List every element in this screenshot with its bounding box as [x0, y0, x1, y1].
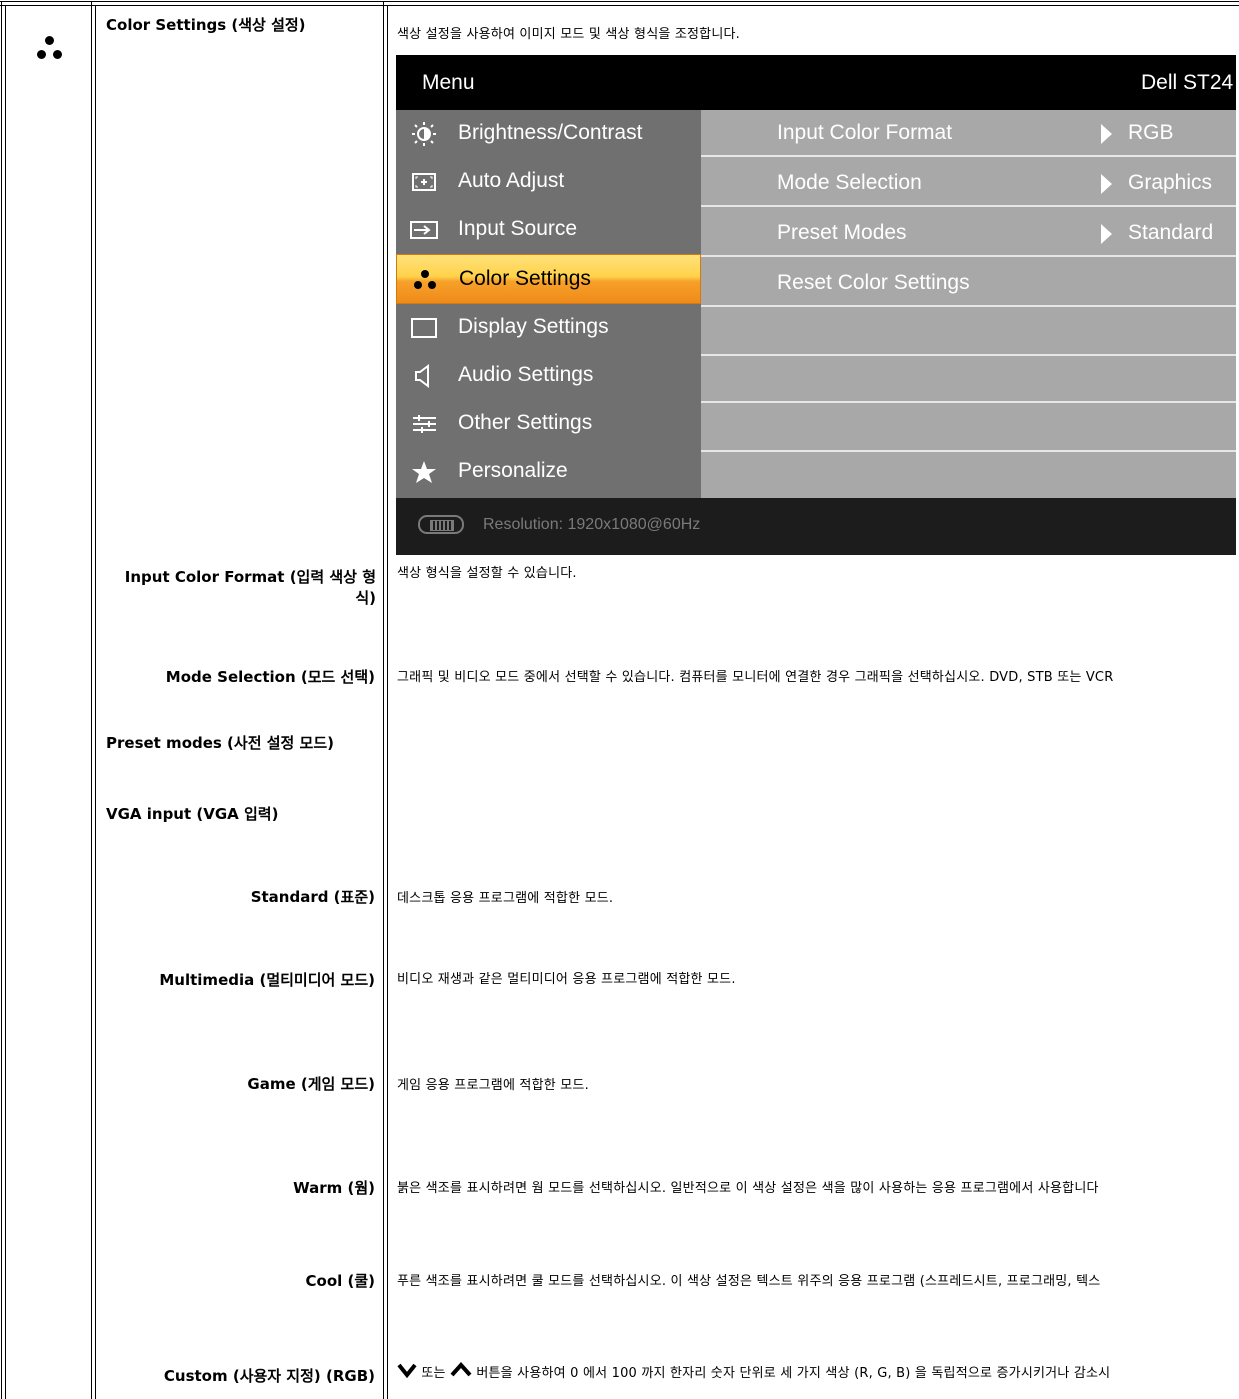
table-border-left [1, 1, 2, 1399]
custom-desc-text: 버튼을 사용하여 0 에서 100 까지 한자리 숫자 단위로 세 가지 색상 … [476, 1366, 1111, 1381]
sliders-icon [413, 415, 436, 433]
label-cool: Cool (쿨) [305, 1272, 376, 1290]
star-icon [412, 461, 436, 483]
osd-resolution: Resolution: 1920x1080@60Hz [483, 516, 701, 533]
osd-submenu: Input Color Format RGB Mode Selection Gr… [701, 110, 1236, 498]
osd-item-display-settings: Display Settings [396, 304, 701, 352]
auto-adjust-icon [412, 173, 436, 191]
column-divider-2-inner [387, 5, 388, 1399]
speaker-icon [415, 364, 429, 388]
osd-row-empty [701, 405, 1236, 452]
osd-row-value: RGB [1128, 121, 1174, 144]
chevron-down-icon [397, 1363, 417, 1379]
label-game: Game (게임 모드) [247, 1075, 375, 1093]
osd-row-key: Preset Modes [777, 221, 907, 244]
osd-row-key: Input Color Format [777, 121, 953, 144]
osd-row-empty [701, 309, 1236, 356]
arrow-right-icon [1101, 224, 1112, 244]
label-line-1: Input Color Format (입력 색상 형 [124, 568, 376, 586]
label-multimedia: Multimedia (멀티미디어 모드) [159, 971, 375, 989]
desc-cool: 푸른 색조를 표시하려면 쿨 모드를 선택하십시오. 이 색상 설정은 텍스트 … [397, 1274, 1101, 1289]
osd-model-name: Dell ST24 [1141, 71, 1234, 94]
input-source-icon [410, 221, 438, 239]
column-divider-1-inner [95, 5, 96, 1399]
column-divider-1 [91, 1, 92, 1399]
osd-item-label: Personalize [458, 459, 568, 482]
color-settings-icon [36, 36, 66, 64]
osd-item-personalize: Personalize [396, 448, 701, 496]
arrow-right-icon [1101, 124, 1112, 144]
osd-row-input-color-format: Input Color Format RGB [701, 110, 1236, 157]
desc-input-color-format: 색상 형식을 설정할 수 있습니다. [397, 566, 577, 581]
osd-row-key: Reset Color Settings [777, 271, 970, 294]
or-text: 또는 [421, 1366, 446, 1381]
osd-row-value: Standard [1128, 221, 1214, 244]
osd-row-empty [701, 453, 1236, 500]
desc-mode-selection: 그래픽 및 비디오 모드 중에서 선택할 수 있습니다. 컴퓨터를 모니터에 연… [397, 670, 1114, 685]
section-title: Color Settings (색상 설정) [106, 16, 306, 34]
osd-item-auto-adjust: Auto Adjust [396, 158, 701, 206]
desc-game: 게임 응용 프로그램에 적합한 모드. [397, 1078, 589, 1093]
osd-row-value: Graphics [1128, 171, 1213, 194]
brightness-icon [412, 122, 436, 146]
section-intro: 색상 설정을 사용하여 이미지 모드 및 색상 형식을 조정합니다. [397, 27, 740, 42]
label-warm: Warm (웜) [293, 1179, 375, 1197]
label-custom-rgb: Custom (사용자 지정) (RGB) [163, 1367, 375, 1385]
osd-footer: Resolution: 1920x1080@60Hz [396, 498, 1236, 555]
osd-row-empty [701, 356, 1236, 403]
osd-row-preset-modes: Preset Modes Standard [701, 210, 1236, 257]
desc-multimedia: 비디오 재생과 같은 멀티미디어 응용 프로그램에 적합한 모드. [397, 972, 736, 987]
label-standard: Standard (표준) [250, 888, 375, 906]
osd-row-reset-color-settings: Reset Color Settings [701, 260, 1236, 307]
osd-item-other-settings: Other Settings [396, 400, 701, 448]
osd-item-color-settings: Color Settings [396, 254, 701, 304]
label-vga-input: VGA input (VGA 입력) [106, 805, 279, 823]
table-border-top-inner [0, 5, 1239, 6]
table-border-top [0, 1, 1239, 2]
desc-standard: 데스크톱 응용 프로그램에 적합한 모드. [397, 891, 614, 906]
osd-item-label: Other Settings [458, 411, 593, 434]
desc-warm: 붉은 색조를 표시하려면 웜 모드를 선택하십시오. 일반적으로 이 색상 설정… [397, 1181, 1099, 1196]
osd-item-brightness-contrast: Brightness/Contrast [396, 110, 701, 158]
display-settings-icon [411, 318, 437, 338]
label-mode-selection: Mode Selection (모드 선택) [165, 668, 375, 686]
osd-main-menu: Brightness/Contrast Auto Adjust Input So… [396, 110, 701, 498]
arrow-right-icon [1101, 174, 1112, 194]
osd-item-label: Input Source [458, 217, 578, 240]
label-preset-modes: Preset modes (사전 설정 모드) [106, 734, 335, 752]
table-border-left-inner [5, 5, 6, 1399]
osd-row-mode-selection: Mode Selection Graphics [701, 160, 1236, 207]
osd-item-input-source: Input Source [396, 206, 701, 254]
osd-item-label: Brightness/Contrast [458, 121, 643, 144]
osd-header: Menu Dell ST24 [396, 55, 1236, 110]
label-input-color-format: Input Color Format (입력 색상 형 식) [100, 566, 376, 608]
osd-item-label: Audio Settings [458, 363, 594, 386]
osd-item-label: Display Settings [458, 315, 609, 338]
osd-item-label: Auto Adjust [458, 169, 565, 192]
osd-menu-screenshot: Menu Dell ST24 Brightness/Contrast Auto … [396, 55, 1236, 555]
osd-item-audio-settings: Audio Settings [396, 352, 701, 400]
vga-connector-icon [418, 515, 464, 534]
column-divider-2 [383, 1, 384, 1399]
osd-item-label: Color Settings [459, 267, 591, 290]
color-settings-icon [414, 270, 436, 289]
label-line-2: 식) [355, 589, 376, 607]
desc-custom: 또는 버튼을 사용하여 0 에서 100 까지 한자리 숫자 단위로 세 가지 … [397, 1362, 1110, 1381]
osd-row-key: Mode Selection [777, 171, 922, 194]
chevron-up-icon [450, 1362, 472, 1377]
osd-menu-title: Menu [422, 71, 475, 94]
